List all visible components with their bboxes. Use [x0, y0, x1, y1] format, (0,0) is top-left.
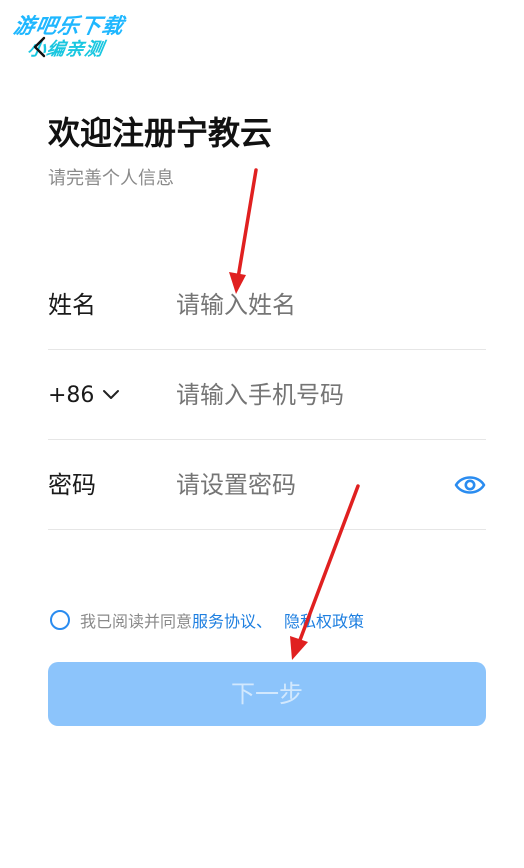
annotation-arrow-1 — [229, 168, 258, 294]
annotation-arrow-2 — [290, 484, 360, 660]
annotation-arrows — [229, 168, 360, 660]
